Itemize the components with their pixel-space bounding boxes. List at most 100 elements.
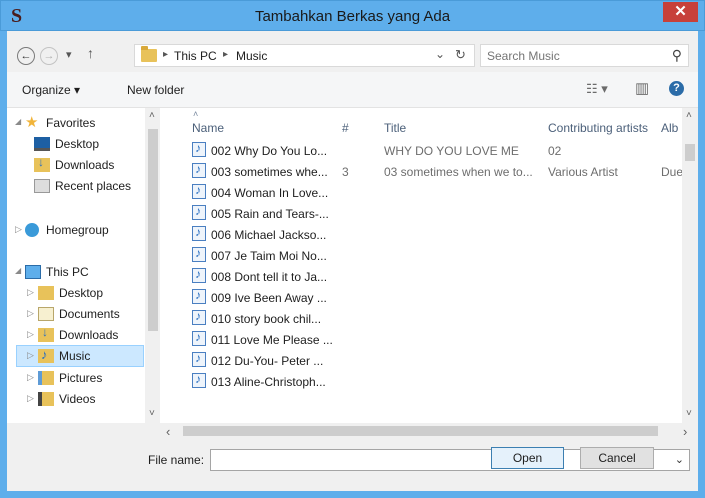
- nav-label: Desktop: [55, 137, 100, 151]
- address-dropdown-icon[interactable]: ⌄: [435, 47, 445, 61]
- new-folder-button[interactable]: New folder: [127, 83, 184, 97]
- scroll-thumb[interactable]: [183, 426, 658, 436]
- scroll-down-icon[interactable]: ˅: [686, 408, 692, 419]
- address-bar[interactable]: ▸ This PC ▸ Music ⌄ ↻: [134, 44, 475, 67]
- audio-file-icon: [192, 204, 206, 220]
- search-box[interactable]: ⚲: [480, 44, 689, 67]
- nav-favorites-recent[interactable]: Recent places: [7, 176, 144, 196]
- file-row[interactable]: 003 sometimes whe... 3 03 sometimes when w…: [179, 160, 683, 182]
- audio-file-icon: [192, 351, 206, 367]
- scroll-thumb[interactable]: [685, 144, 695, 161]
- back-button[interactable]: ←: [17, 47, 35, 65]
- nav-favorites-downloads[interactable]: Downloads: [7, 155, 144, 175]
- expanded-icon[interactable]: ◢: [15, 117, 21, 126]
- recent-locations-icon[interactable]: ▾: [66, 48, 72, 61]
- star-icon: ★: [25, 114, 39, 131]
- help-icon[interactable]: ?: [669, 81, 684, 96]
- nav-this-pc[interactable]: ◢ This PC: [7, 262, 144, 282]
- album-cell: Due: [661, 165, 684, 179]
- audio-file-icon: [192, 183, 206, 199]
- nav-favorites[interactable]: ◢ ★ Favorites: [7, 113, 144, 133]
- file-row[interactable]: 005 Rain and Tears-...: [179, 202, 679, 224]
- column-header-title[interactable]: Title: [384, 121, 406, 135]
- expanded-icon[interactable]: ◢: [15, 266, 21, 275]
- file-row[interactable]: 012 Du-You- Peter ...: [179, 349, 679, 371]
- sort-indicator-icon: ˄: [193, 109, 199, 119]
- nav-favorites-desktop[interactable]: Desktop: [7, 134, 144, 154]
- breadcrumb-music[interactable]: Music: [236, 49, 267, 63]
- scroll-left-icon[interactable]: ‹: [166, 424, 170, 439]
- recent-places-icon: [34, 179, 50, 193]
- file-row[interactable]: 006 Michael Jackso...: [179, 223, 679, 245]
- collapsed-icon[interactable]: ▷: [27, 329, 34, 340]
- preview-pane-icon[interactable]: ▥: [635, 79, 649, 97]
- nav-pc-documents[interactable]: ▷ Documents: [7, 304, 144, 324]
- nav-scrollbar[interactable]: ˄ ˅: [145, 108, 160, 423]
- collapsed-icon[interactable]: ▷: [15, 224, 22, 235]
- column-header-name[interactable]: Name: [192, 121, 224, 135]
- search-input[interactable]: [487, 47, 657, 64]
- column-header-number[interactable]: #: [342, 121, 349, 135]
- file-name-cell: 013 Aline-Christoph...: [211, 375, 326, 389]
- artist-cell: 02: [548, 144, 562, 158]
- file-name-cell: 006 Michael Jackso...: [211, 228, 327, 242]
- file-row[interactable]: 009 Ive Been Away ...: [179, 286, 679, 308]
- nav-label: Pictures: [59, 371, 103, 385]
- file-name-dropdown-icon[interactable]: ⌄: [675, 453, 684, 466]
- homegroup-icon: [25, 223, 39, 237]
- file-row[interactable]: 010 story book chil...: [179, 307, 679, 329]
- search-icon[interactable]: ⚲: [672, 47, 682, 64]
- open-button[interactable]: Open: [491, 447, 564, 469]
- window-frame: ← → ▾ ↑ ▸ This PC ▸ Music ⌄ ↻ ⚲ Organize…: [0, 31, 705, 498]
- title-bar[interactable]: S Tambahkan Berkas yang Ada ✕: [0, 0, 705, 31]
- refresh-icon[interactable]: ↻: [455, 47, 466, 63]
- close-button[interactable]: ✕: [663, 2, 698, 22]
- file-row[interactable]: 011 Love Me Please ...: [179, 328, 679, 350]
- scroll-up-icon[interactable]: ˄: [686, 110, 692, 121]
- view-options-icon[interactable]: ☷ ▾: [586, 81, 608, 97]
- audio-file-icon: [192, 141, 206, 157]
- title-cell: WHY DO YOU LOVE ME: [384, 144, 519, 158]
- audio-file-icon: [192, 288, 206, 304]
- nav-pc-videos[interactable]: ▷ Videos: [7, 389, 144, 409]
- nav-pc-music[interactable]: ▷ Music: [16, 345, 144, 367]
- file-name-cell: 009 Ive Been Away ...: [211, 291, 327, 305]
- nav-label: Videos: [59, 392, 96, 406]
- nav-pc-desktop[interactable]: ▷ Desktop: [7, 283, 144, 303]
- up-arrow-icon[interactable]: ↑: [87, 45, 94, 61]
- forward-button[interactable]: →: [40, 47, 58, 65]
- desktop-icon: [34, 137, 50, 151]
- scroll-down-icon[interactable]: ˅: [149, 408, 155, 419]
- organize-button[interactable]: Organize ▾: [22, 83, 80, 97]
- collapsed-icon[interactable]: ▷: [27, 393, 34, 404]
- collapsed-icon[interactable]: ▷: [27, 308, 34, 319]
- nav-label: Downloads: [55, 158, 115, 172]
- file-row[interactable]: 013 Aline-Christoph...: [179, 370, 679, 392]
- file-row[interactable]: 008 Dont tell it to Ja...: [179, 265, 679, 287]
- file-row[interactable]: 004 Woman In Love...: [179, 181, 679, 203]
- scroll-up-icon[interactable]: ˄: [149, 110, 155, 121]
- nav-label: Downloads: [59, 328, 119, 342]
- nav-pc-pictures[interactable]: ▷ Pictures: [7, 368, 144, 388]
- file-name-cell: 003 sometimes whe...: [211, 165, 328, 179]
- cancel-button[interactable]: Cancel: [580, 447, 654, 469]
- collapsed-icon[interactable]: ▷: [27, 350, 34, 361]
- collapsed-icon[interactable]: ▷: [27, 372, 34, 383]
- breadcrumb-this-pc[interactable]: This PC: [174, 49, 217, 63]
- list-horizontal-scrollbar[interactable]: ‹ ›: [161, 423, 698, 440]
- command-bar: Organize ▾ New folder ☷ ▾ ▥ ?: [7, 72, 698, 108]
- scroll-thumb[interactable]: [148, 129, 158, 331]
- file-name-cell: 007 Je Taim Moi No...: [211, 249, 327, 263]
- column-header-artists[interactable]: Contributing artists: [548, 121, 648, 135]
- list-scrollbar[interactable]: ˄ ˅: [682, 108, 698, 423]
- nav-homegroup[interactable]: ▷ Homegroup: [7, 220, 144, 240]
- column-header-album[interactable]: Alb: [661, 121, 678, 135]
- nav-pc-downloads[interactable]: ▷ Downloads: [7, 325, 144, 345]
- content-area: ◢ ★ Favorites Desktop Downloads Recent p…: [7, 108, 698, 423]
- nav-label: Desktop: [59, 286, 104, 300]
- file-row[interactable]: 007 Je Taim Moi No...: [179, 244, 679, 266]
- scroll-right-icon[interactable]: ›: [683, 424, 687, 439]
- collapsed-icon[interactable]: ▷: [27, 287, 34, 298]
- file-row[interactable]: 002 Why Do You Lo... WHY DO YOU LOVE ME 02: [179, 139, 679, 161]
- audio-file-icon: [192, 246, 206, 262]
